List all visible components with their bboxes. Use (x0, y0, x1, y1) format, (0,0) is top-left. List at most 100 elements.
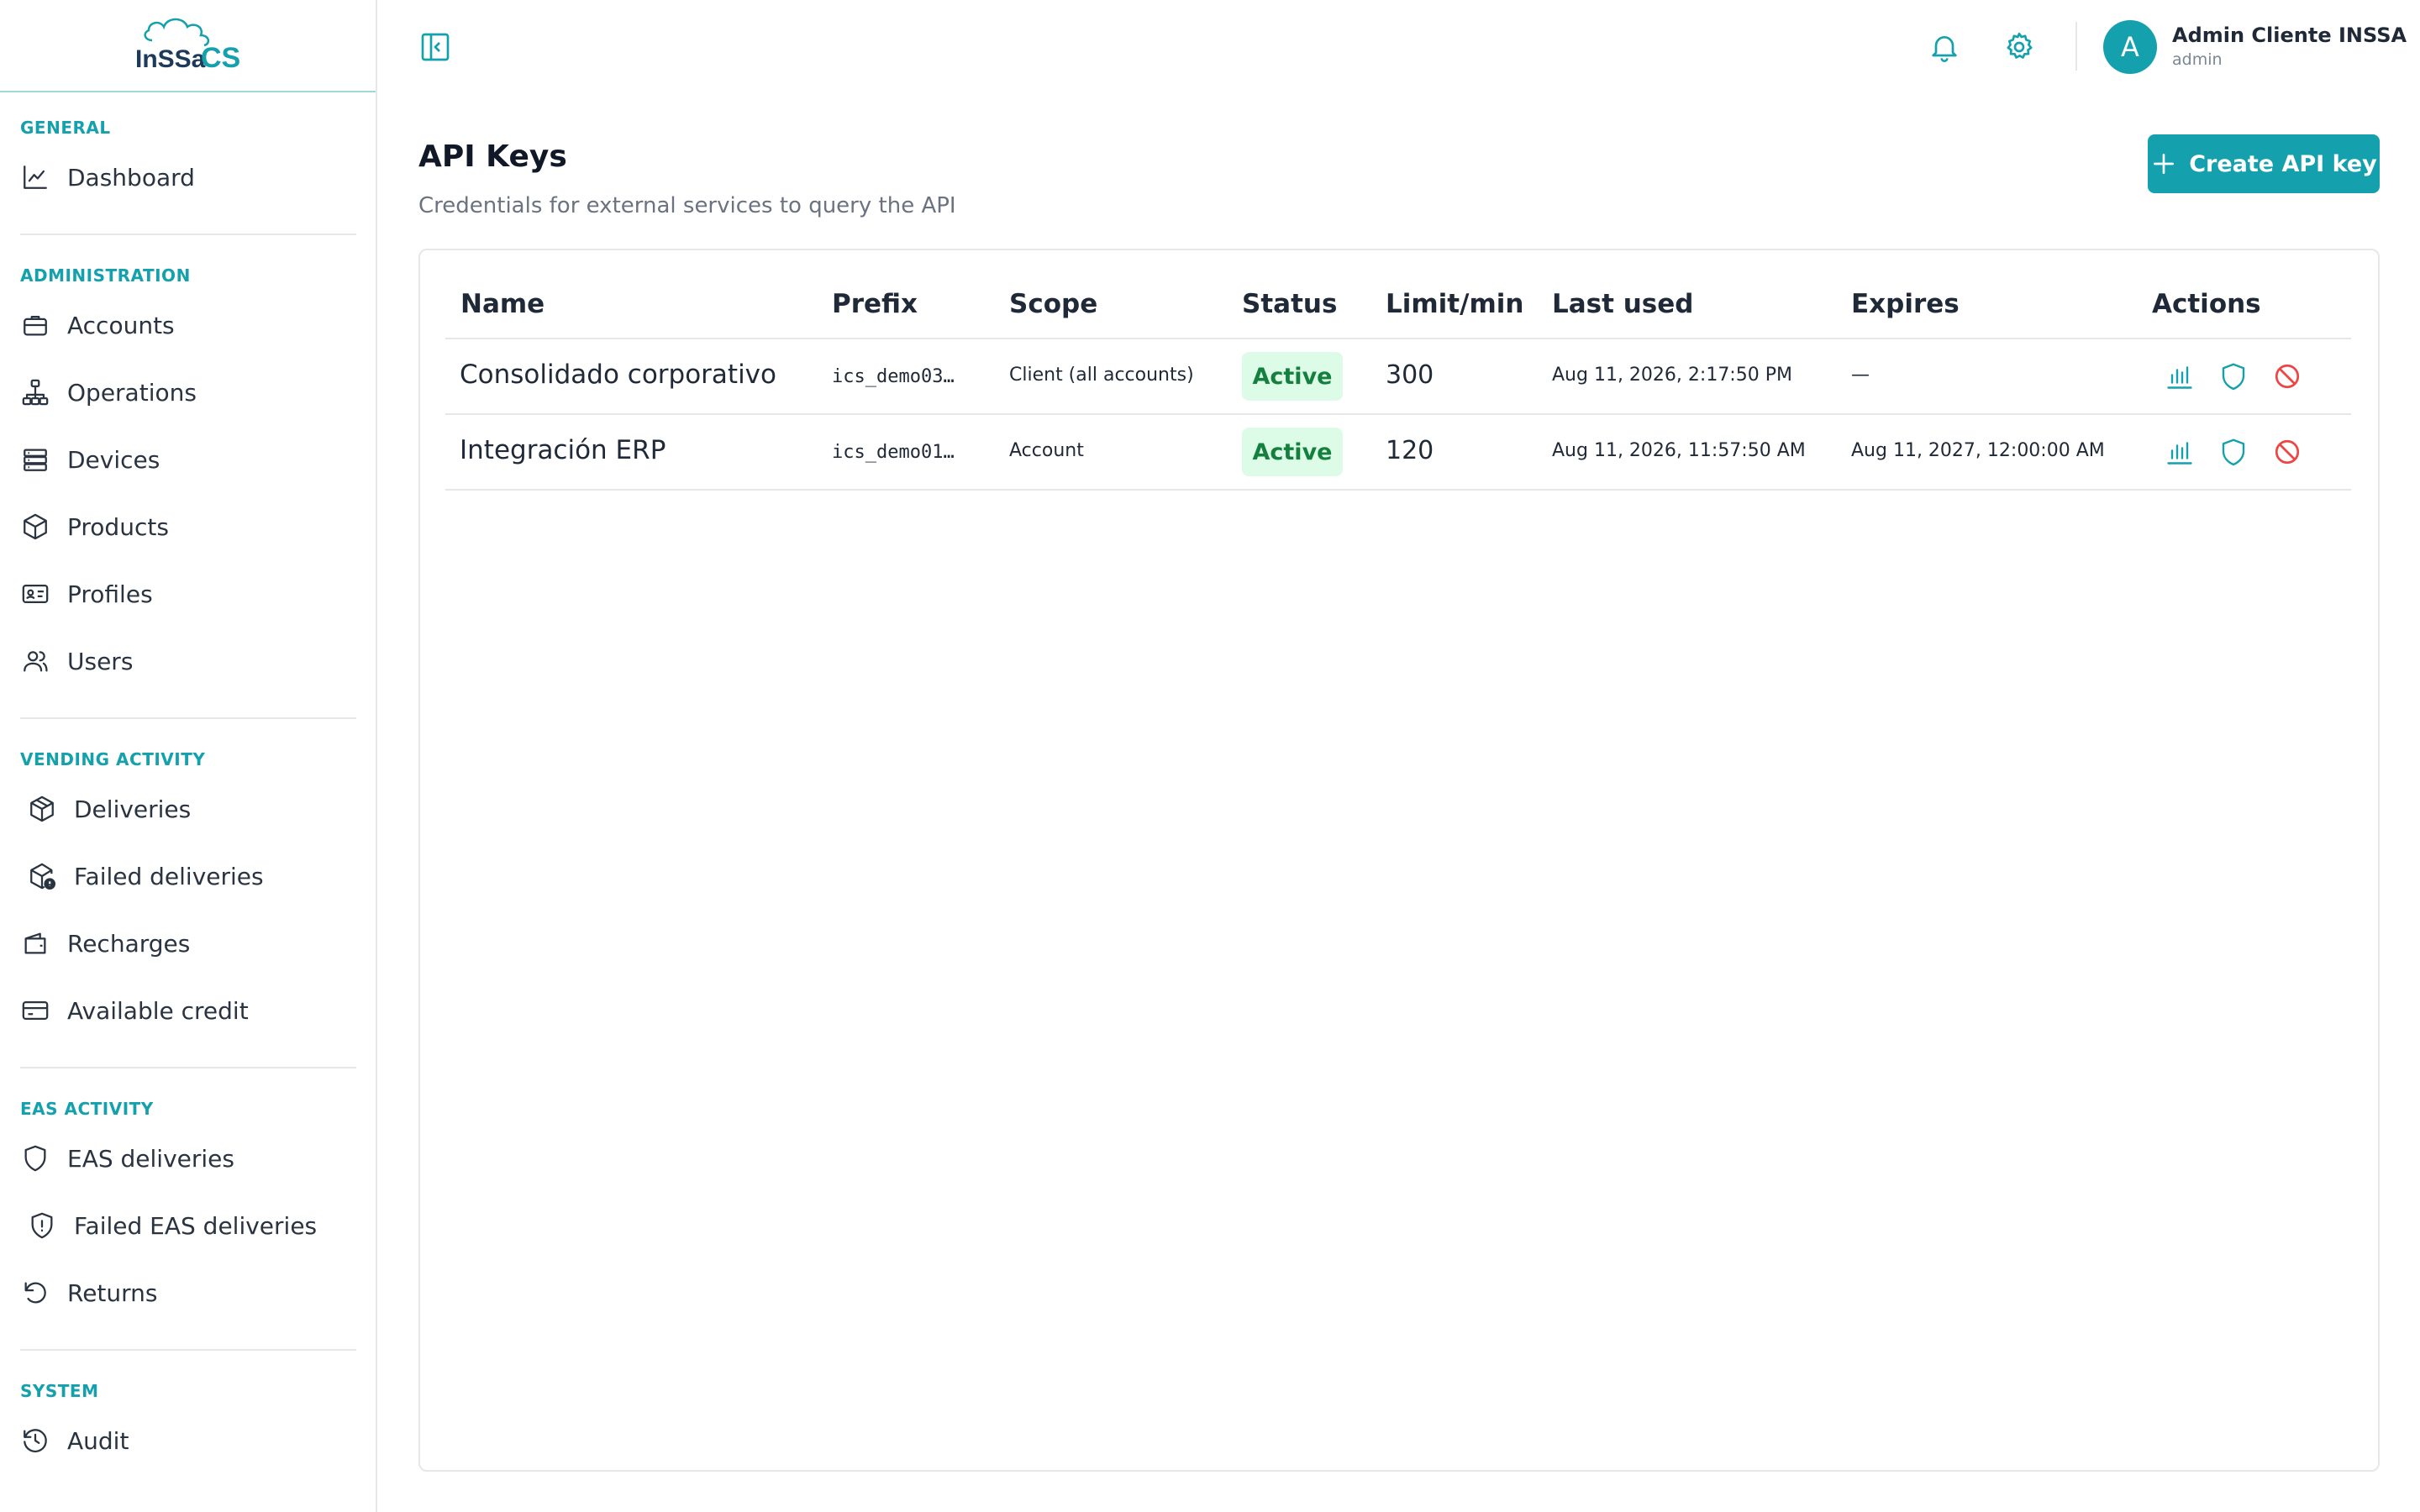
key-expires: — (1851, 365, 1870, 386)
sidebar-item-label: Users (67, 647, 134, 675)
bell-icon (1932, 36, 1957, 62)
status-badge: Active (1242, 352, 1343, 401)
column-header-limit[interactable]: Limit/min (1386, 289, 1523, 319)
sidebar-item-products[interactable]: Products (18, 506, 169, 548)
ban-icon (2275, 364, 2300, 389)
bar-chart-icon (2167, 442, 2192, 465)
revoke-button[interactable] (2272, 437, 2302, 467)
key-name[interactable]: Consolidado corporativo (460, 360, 776, 390)
sidebar-item-eas-deliveries[interactable]: EAS deliveries (18, 1137, 234, 1179)
sidebar-item-label: Audit (67, 1426, 129, 1455)
table-row-divider (445, 489, 2351, 491)
key-expires: Aug 11, 2027, 12:00:00 AM (1851, 440, 2105, 461)
user-role: admin (2172, 50, 2223, 69)
column-header-expires[interactable]: Expires (1851, 289, 1960, 319)
section-label-system: SYSTEM (20, 1381, 99, 1401)
table-header-divider (445, 338, 2351, 339)
sidebar-item-label: EAS deliveries (67, 1144, 234, 1173)
credit-card-icon (18, 994, 52, 1027)
sidebar-item-label: Failed deliveries (74, 862, 264, 890)
sidebar-item-label: Operations (67, 378, 197, 407)
sidebar-item-label: Recharges (67, 929, 191, 958)
ban-icon (2275, 439, 2300, 465)
section-label-general: GENERAL (20, 118, 111, 138)
svg-text:InSSa: InSSa (135, 45, 206, 73)
topbar-divider (2075, 22, 2077, 71)
key-limit: 120 (1386, 436, 1434, 465)
column-header-prefix[interactable]: Prefix (832, 289, 918, 319)
sidebar-item-dashboard[interactable]: Dashboard (18, 156, 195, 198)
key-last-used: Aug 11, 2026, 2:17:50 PM (1552, 365, 1792, 386)
package-alert-icon (25, 859, 59, 893)
sidebar-item-label: Available credit (67, 996, 249, 1025)
permissions-button[interactable] (2218, 361, 2249, 391)
column-header-status[interactable]: Status (1242, 289, 1337, 319)
sidebar-item-label: Failed EAS deliveries (74, 1211, 318, 1240)
box-icon (18, 510, 52, 543)
key-scope: Client (all accounts) (1009, 365, 1194, 386)
sidebar-item-label: Profiles (67, 580, 153, 608)
chart-line-icon (18, 160, 52, 194)
usage-stats-button[interactable] (2165, 437, 2195, 467)
shield-icon (18, 1142, 52, 1175)
sidebar-toggle-icon (421, 33, 450, 61)
sidebar-item-profiles[interactable]: Profiles (18, 573, 153, 615)
brand-logo[interactable]: InSSa CS (0, 0, 376, 92)
undo-icon (18, 1276, 52, 1310)
history-icon (18, 1424, 52, 1457)
server-icon (18, 443, 52, 476)
status-badge: Active (1242, 428, 1343, 476)
sidebar-item-accounts[interactable]: Accounts (18, 304, 175, 346)
sidebar-toggle-button[interactable] (418, 30, 452, 64)
wallet-icon (18, 927, 52, 960)
gear-icon (2007, 32, 2033, 59)
revoke-button[interactable] (2272, 361, 2302, 391)
package-icon (25, 792, 59, 826)
sidebar-divider (20, 234, 356, 235)
settings-button[interactable] (2002, 30, 2036, 64)
key-last-used: Aug 11, 2026, 11:57:50 AM (1552, 440, 1806, 461)
sidebar-divider (20, 1349, 356, 1351)
shield-alert-icon (25, 1209, 59, 1242)
key-prefix: ics_demo01… (832, 442, 955, 463)
sidebar-divider (20, 717, 356, 719)
sidebar-divider (20, 1067, 356, 1068)
sidebar-item-failed-eas-deliveries[interactable]: Failed EAS deliveries (18, 1205, 317, 1247)
usage-stats-button[interactable] (2165, 361, 2195, 391)
section-label-eas-activity: EAS ACTIVITY (20, 1099, 154, 1119)
sidebar-item-failed-deliveries[interactable]: Failed deliveries (18, 855, 264, 897)
column-header-actions: Actions (2152, 289, 2261, 319)
briefcase-icon (18, 308, 52, 342)
sidebar-item-devices[interactable]: Devices (18, 438, 160, 480)
column-header-scope[interactable]: Scope (1009, 289, 1097, 319)
sidebar-item-label: Devices (67, 445, 160, 474)
avatar[interactable]: A (2103, 20, 2157, 74)
sidebar-item-users[interactable]: Users (18, 640, 133, 682)
shield-icon (2222, 438, 2245, 466)
sidebar-item-returns[interactable]: Returns (18, 1272, 158, 1314)
section-label-vending-activity: VENDING ACTIVITY (20, 749, 206, 769)
column-header-name[interactable]: Name (460, 289, 544, 319)
create-api-key-label: Create API key (2189, 150, 2377, 177)
sidebar-item-audit[interactable]: Audit (18, 1420, 129, 1462)
shield-icon (2222, 363, 2245, 391)
svg-text:CS: CS (201, 42, 240, 74)
create-api-key-button[interactable]: Create API key (2148, 134, 2380, 193)
permissions-button[interactable] (2218, 437, 2249, 467)
sidebar-item-label: Dashboard (67, 163, 195, 192)
sidebar-item-recharges[interactable]: Recharges (18, 922, 190, 964)
key-prefix: ics_demo03… (832, 366, 955, 387)
column-header-last-used[interactable]: Last used (1552, 289, 1693, 319)
id-card-icon (18, 577, 52, 611)
key-name[interactable]: Integración ERP (460, 435, 666, 465)
notifications-button[interactable] (1928, 30, 1961, 64)
plus-icon (2150, 150, 2177, 177)
user-name[interactable]: Admin Cliente INSSA (2172, 24, 2407, 47)
sidebar-item-label: Returns (67, 1278, 158, 1307)
bar-chart-icon (2167, 366, 2192, 389)
key-limit: 300 (1386, 360, 1434, 390)
sidebar-item-operations[interactable]: Operations (18, 371, 197, 413)
sidebar-item-available-credit[interactable]: Available credit (18, 990, 249, 1032)
sidebar-item-label: Deliveries (74, 795, 192, 823)
sidebar-item-deliveries[interactable]: Deliveries (18, 788, 191, 830)
